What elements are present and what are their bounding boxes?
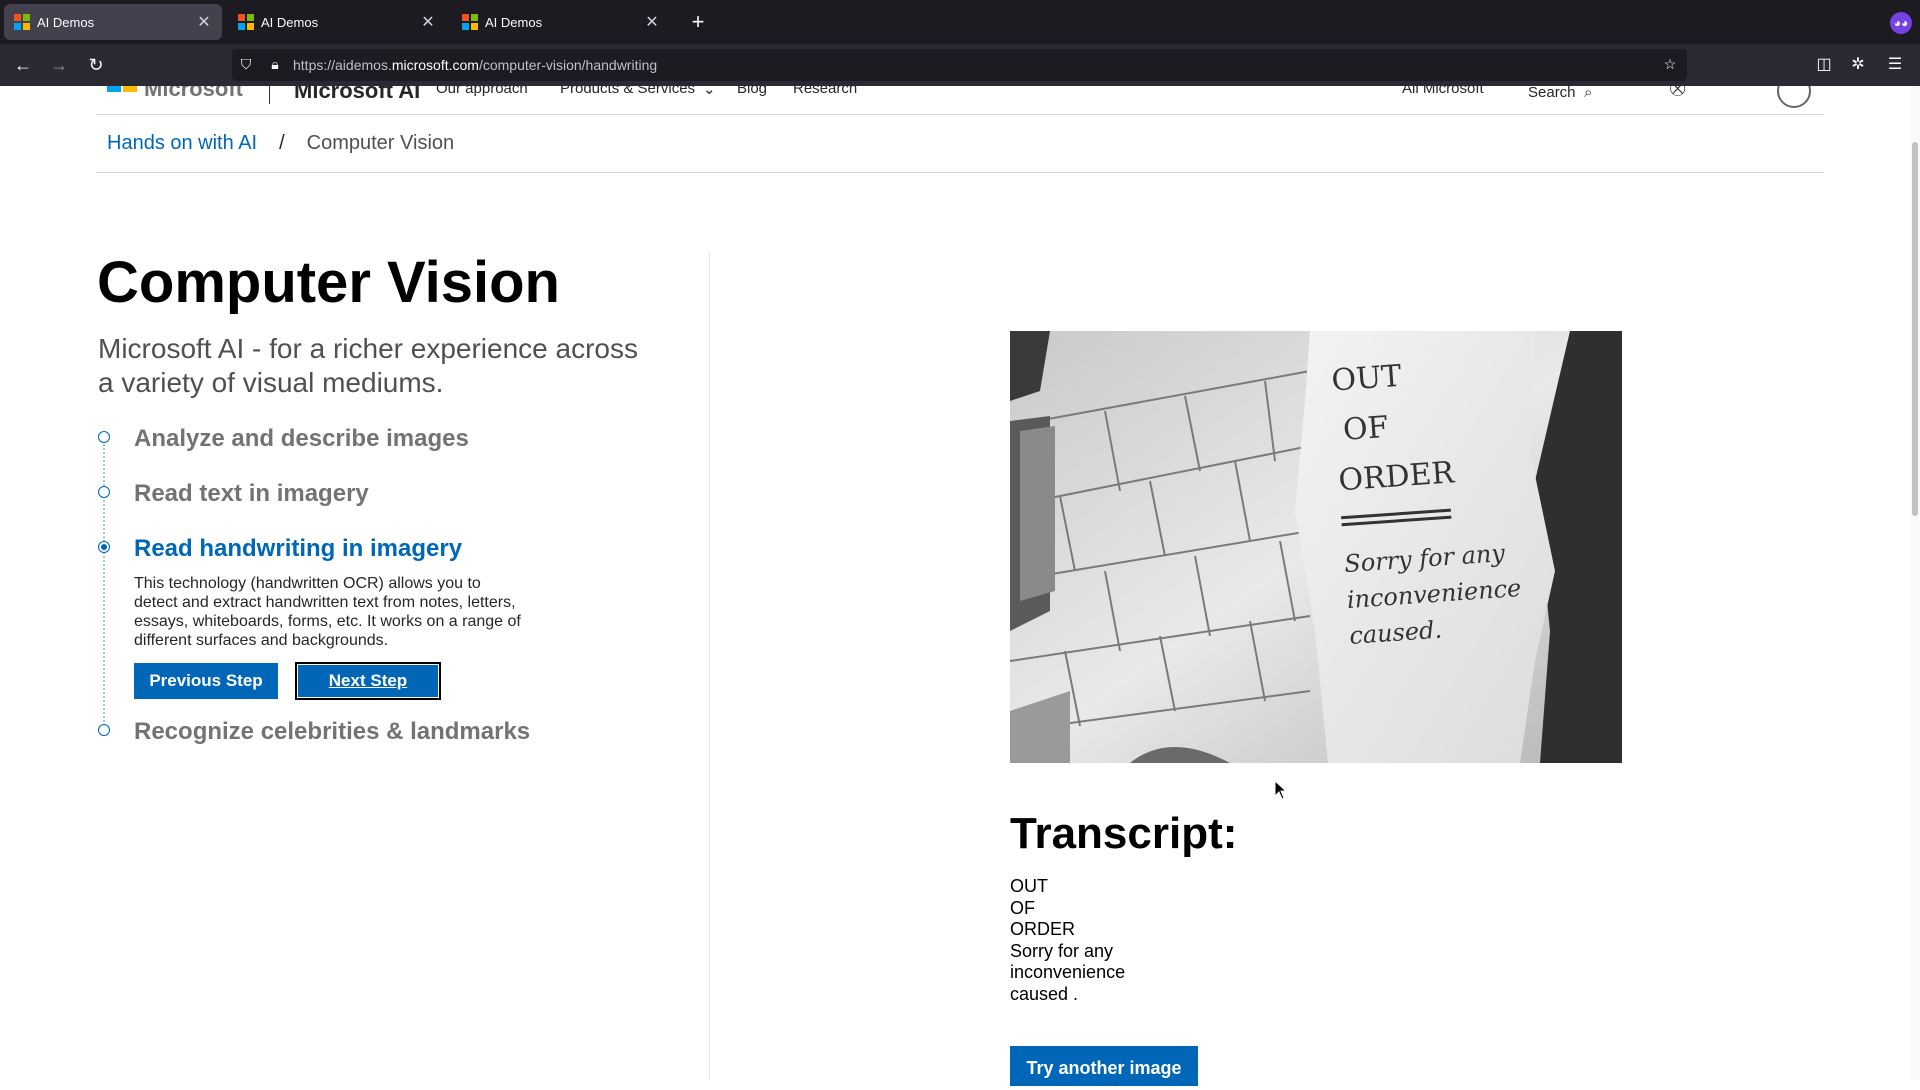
handwritten-note-text: OUT OF ORDER Sorry for any inconvenience…: [1330, 358, 1523, 650]
account-avatar-icon[interactable]: [1777, 86, 1811, 108]
column-divider: [709, 252, 710, 1080]
search-icon[interactable]: ⌕: [1584, 86, 1592, 101]
breadcrumb: Hands on with AI / Computer Vision: [107, 132, 454, 155]
tab-title: AI Demos: [37, 14, 95, 30]
bookmark-star-icon[interactable]: ☆: [1661, 55, 1679, 73]
tab-close-icon[interactable]: ✕: [192, 12, 216, 32]
browser-tab-3[interactable]: AI Demos ✕: [452, 4, 670, 40]
steps-connector-line: [103, 440, 105, 730]
tab-title: AI Demos: [485, 14, 543, 30]
header-divider: [269, 86, 270, 104]
tab-title: AI Demos: [261, 14, 319, 30]
nav-blog[interactable]: Blog: [737, 86, 767, 97]
step-2-radio-icon[interactable]: [98, 486, 110, 498]
nav-our-approach[interactable]: Our approach: [436, 86, 528, 97]
transcript-text: OUT OF ORDER Sorry for any inconvenience…: [1010, 876, 1125, 1006]
pocket-icon[interactable]: ◫: [1813, 54, 1835, 76]
cart-icon[interactable]: ⛒: [1670, 86, 1685, 97]
next-step-button[interactable]: Next Step: [295, 662, 441, 700]
microsoft-logo-text[interactable]: Microsoft: [144, 86, 243, 102]
breadcrumb-separator: /: [279, 132, 285, 154]
microsoft-logo-icon[interactable]: [107, 86, 137, 92]
shield-icon[interactable]: ⛉: [237, 55, 255, 73]
transcript-line: ORDER: [1010, 919, 1076, 940]
scrollbar-thumb[interactable]: [1912, 142, 1918, 516]
nav-research[interactable]: Research: [793, 86, 857, 97]
step-4-radio-icon[interactable]: [98, 724, 110, 736]
private-browsing-mask-icon: ◕◕: [1890, 12, 1912, 34]
header-search[interactable]: Search: [1528, 86, 1576, 101]
step-2-label[interactable]: Read text in imagery: [134, 480, 369, 508]
transcript-line: OF: [1010, 897, 1035, 918]
address-bar[interactable]: ⛉ 🔒︎ https://aidemos.microsoft.com/compu…: [232, 49, 1687, 81]
tab-close-icon[interactable]: ✕: [640, 12, 664, 32]
new-tab-plus-icon[interactable]: +: [684, 8, 712, 36]
transcript-line: caused .: [1010, 983, 1079, 1004]
step-1-label[interactable]: Analyze and describe images: [134, 425, 469, 453]
microsoft-favicon-icon: [238, 14, 254, 30]
lock-icon[interactable]: 🔒︎: [266, 55, 284, 73]
extensions-icon[interactable]: ✲: [1847, 54, 1869, 76]
transcript-line: OUT: [1010, 876, 1048, 896]
browser-tab-bar: AI Demos ✕ AI Demos ✕ AI Demos ✕ + ◕◕: [0, 0, 1920, 44]
step-3-label[interactable]: Read handwriting in imagery: [134, 535, 462, 563]
page-title: Computer Vision: [97, 250, 560, 315]
back-arrow-icon[interactable]: ←: [10, 52, 36, 78]
forward-arrow-icon[interactable]: →: [46, 52, 72, 78]
step-4-label[interactable]: Recognize celebrities & landmarks: [134, 718, 530, 746]
breadcrumb-home-link[interactable]: Hands on with AI: [107, 132, 257, 154]
microsoft-favicon-icon: [14, 14, 30, 30]
transcript-line: Sorry for any: [1010, 940, 1114, 961]
step-1-radio-icon[interactable]: [98, 431, 110, 443]
all-microsoft-menu[interactable]: All Microsoft: [1402, 86, 1484, 97]
step-3-radio-icon[interactable]: [98, 541, 110, 553]
transcript-line: inconvenience: [1010, 962, 1126, 983]
handwriting-sample-photo: OUT OF ORDER Sorry for any inconvenience…: [1010, 331, 1622, 763]
brand-name[interactable]: Microsoft AI: [294, 86, 420, 104]
browser-toolbar: ← → ↻ ⛉ 🔒︎ https://aidemos.microsoft.com…: [0, 44, 1920, 86]
nav-products-services[interactable]: Products & Services: [560, 86, 695, 97]
step-description: This technology (handwritten OCR) allows…: [134, 575, 521, 649]
browser-tab-2[interactable]: AI Demos ✕: [228, 4, 446, 40]
menu-hamburger-icon[interactable]: ☰: [1884, 54, 1906, 76]
nav-products-chevron-down-icon[interactable]: ⌄: [703, 86, 716, 98]
page-subtitle: Microsoft AI - for a richer experience a…: [98, 333, 638, 398]
browser-tab-1[interactable]: AI Demos ✕: [4, 4, 222, 40]
previous-step-button[interactable]: Previous Step: [134, 663, 278, 699]
url-text[interactable]: https://aidemos.microsoft.com/computer-v…: [293, 57, 657, 73]
mouse-cursor-icon: [1274, 780, 1288, 800]
tab-close-icon[interactable]: ✕: [416, 12, 440, 32]
try-another-image-button[interactable]: Try another image: [1010, 1046, 1198, 1086]
site-header: Microsoft Microsoft AI Our approach Prod…: [0, 86, 1920, 114]
header-rule: [96, 114, 1824, 115]
reload-icon[interactable]: ↻: [83, 52, 109, 78]
microsoft-favicon-icon: [462, 14, 478, 30]
breadcrumb-current: Computer Vision: [306, 132, 455, 154]
breadcrumb-rule: [96, 172, 1824, 173]
page-scrollbar[interactable]: [1910, 86, 1920, 1080]
transcript-heading: Transcript:: [1010, 809, 1238, 858]
